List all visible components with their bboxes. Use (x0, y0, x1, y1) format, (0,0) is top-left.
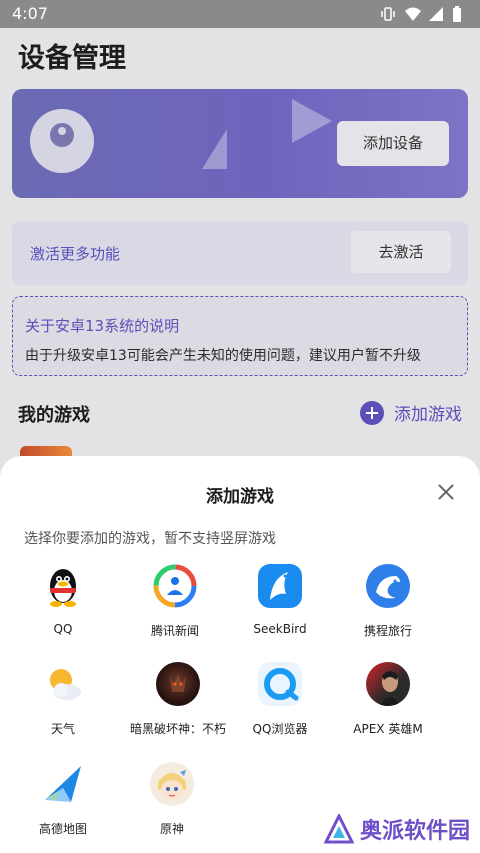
app-item-tencent-news[interactable]: 腾讯新闻 (115, 564, 235, 639)
app-item-weather[interactable]: 天气 (3, 662, 123, 737)
app-item-qq-browser[interactable]: QQ浏览器 (220, 662, 340, 737)
watermark-logo-icon (323, 812, 355, 844)
android13-notice[interactable]: 关于安卓13系统的说明 由于升级安卓13可能会产生未知的使用问题，建议用户暂不升… (12, 296, 468, 376)
weather-sun-cloud-icon (41, 662, 85, 706)
genshin-impact-icon (150, 762, 194, 806)
app-label: 原神 (159, 822, 184, 836)
qq-browser-icon (258, 662, 302, 706)
sheet-title: 添加游戏 (206, 487, 274, 507)
app-label: QQ (53, 622, 73, 636)
watermark-text: 奥派软件园 (359, 819, 470, 844)
qq-penguin-icon (41, 564, 85, 608)
my-games-heading: 我的游戏 (18, 405, 90, 426)
app-item-qq[interactable]: QQ (3, 564, 123, 636)
app-item-amap[interactable]: 高德地图 (3, 762, 123, 837)
sheet-hint: 选择你要添加的游戏，暂不支持竖屏游戏 (24, 531, 276, 547)
notice-title[interactable]: 关于安卓13系统的说明 (25, 315, 179, 336)
signal-icon (428, 6, 444, 22)
wifi-icon (404, 6, 421, 22)
add-device-button[interactable]: 添加设备 (337, 121, 449, 166)
activate-label: 激活更多功能 (30, 245, 121, 263)
plus-circle-icon (360, 400, 384, 425)
device-card: 添加设备 (12, 89, 468, 198)
app-item-seekbird[interactable]: SeekBird (220, 564, 340, 636)
activate-card: 激活更多功能 去激活 (12, 221, 468, 285)
device-logo-icon (30, 109, 94, 173)
tencent-news-icon (153, 564, 197, 608)
apex-legends-mobile-icon (366, 662, 410, 706)
add-game-link[interactable]: 添加游戏 (360, 400, 462, 425)
decorative-triangle (292, 99, 332, 143)
status-icons (380, 6, 468, 22)
status-bar: 4:07 (0, 0, 480, 28)
add-game-label: 添加游戏 (394, 405, 462, 425)
seekbird-icon (258, 564, 302, 608)
activate-button[interactable]: 去激活 (351, 231, 451, 273)
app-label: 腾讯新闻 (150, 624, 199, 638)
diablo-immortal-icon (156, 662, 200, 706)
app-label: 携程旅行 (363, 624, 412, 638)
add-game-sheet: 添加游戏 选择你要添加的游戏，暂不支持竖屏游戏 QQ 腾讯新闻 SeekBird… (0, 456, 480, 853)
app-item-apex[interactable]: APEX 英雄M (328, 662, 448, 737)
app-label: APEX 英雄M (353, 722, 423, 736)
app-label: 天气 (50, 722, 75, 736)
close-icon[interactable] (436, 482, 456, 502)
status-time: 4:07 (12, 4, 48, 23)
battery-icon (452, 6, 468, 22)
ctrip-dolphin-icon (366, 564, 410, 608)
watermark: 奥派软件园 (323, 812, 470, 845)
amap-icon (41, 762, 85, 806)
app-label: 高德地图 (38, 822, 87, 836)
app-item-ctrip[interactable]: 携程旅行 (328, 564, 448, 639)
page-title: 设备管理 (18, 43, 126, 74)
app-item-genshin[interactable]: 原神 (112, 762, 232, 837)
vibrate-icon (380, 6, 396, 22)
notice-text: 由于升级安卓13可能会产生未知的使用问题，建议用户暂不升级 (25, 348, 421, 364)
app-label: QQ浏览器 (252, 722, 308, 736)
decorative-triangle (202, 129, 227, 169)
app-label: SeekBird (253, 622, 307, 636)
